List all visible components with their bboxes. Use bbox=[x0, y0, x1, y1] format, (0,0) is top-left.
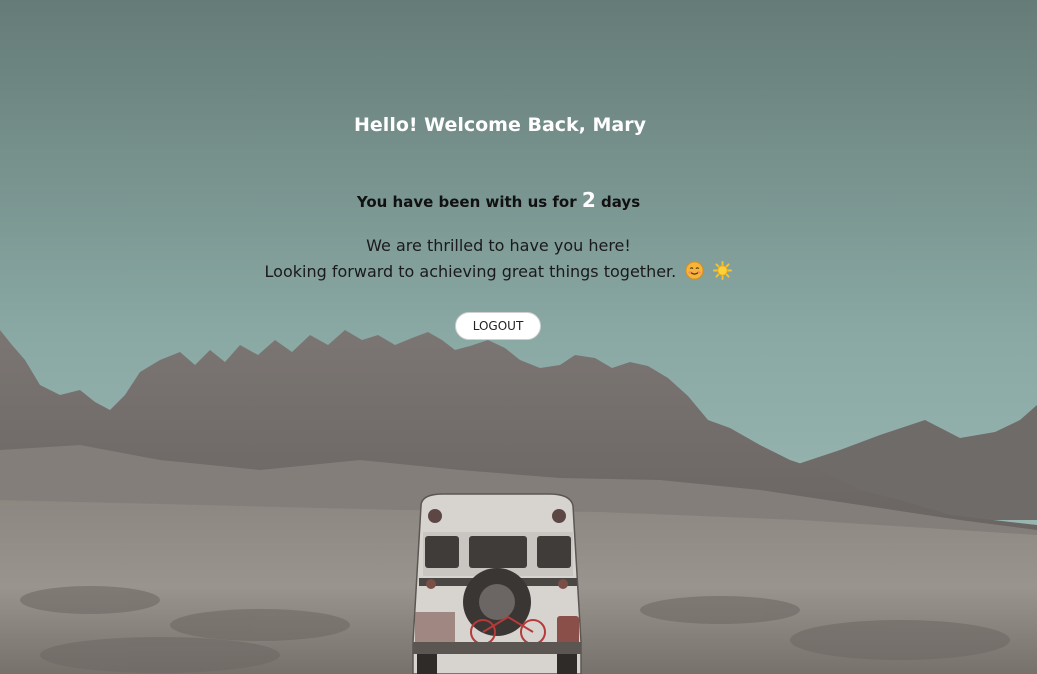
tenure-prefix: You have been with us for bbox=[356, 193, 577, 211]
smiling-face-icon bbox=[685, 261, 704, 280]
greeting-heading: Hello! Welcome Back, Mary bbox=[354, 114, 646, 136]
message-line-1: We are thrilled to have you here! bbox=[366, 236, 631, 255]
tenure-suffix: days bbox=[601, 193, 641, 211]
message-line-2: Looking forward to achieving great thing… bbox=[264, 262, 677, 281]
tenure-text: You have been with us for 2 days bbox=[0, 188, 997, 212]
sun-icon bbox=[713, 261, 733, 280]
logout-button[interactable]: LOGOUT bbox=[455, 312, 541, 340]
tenure-days-count: 2 bbox=[581, 188, 596, 212]
welcome-message: We are thrilled to have you here! Lookin… bbox=[0, 233, 997, 285]
message-line-2-row: Looking forward to achieving great thing… bbox=[0, 259, 997, 285]
welcome-panel: Hello! Welcome Back, Mary You have been … bbox=[0, 0, 1037, 674]
